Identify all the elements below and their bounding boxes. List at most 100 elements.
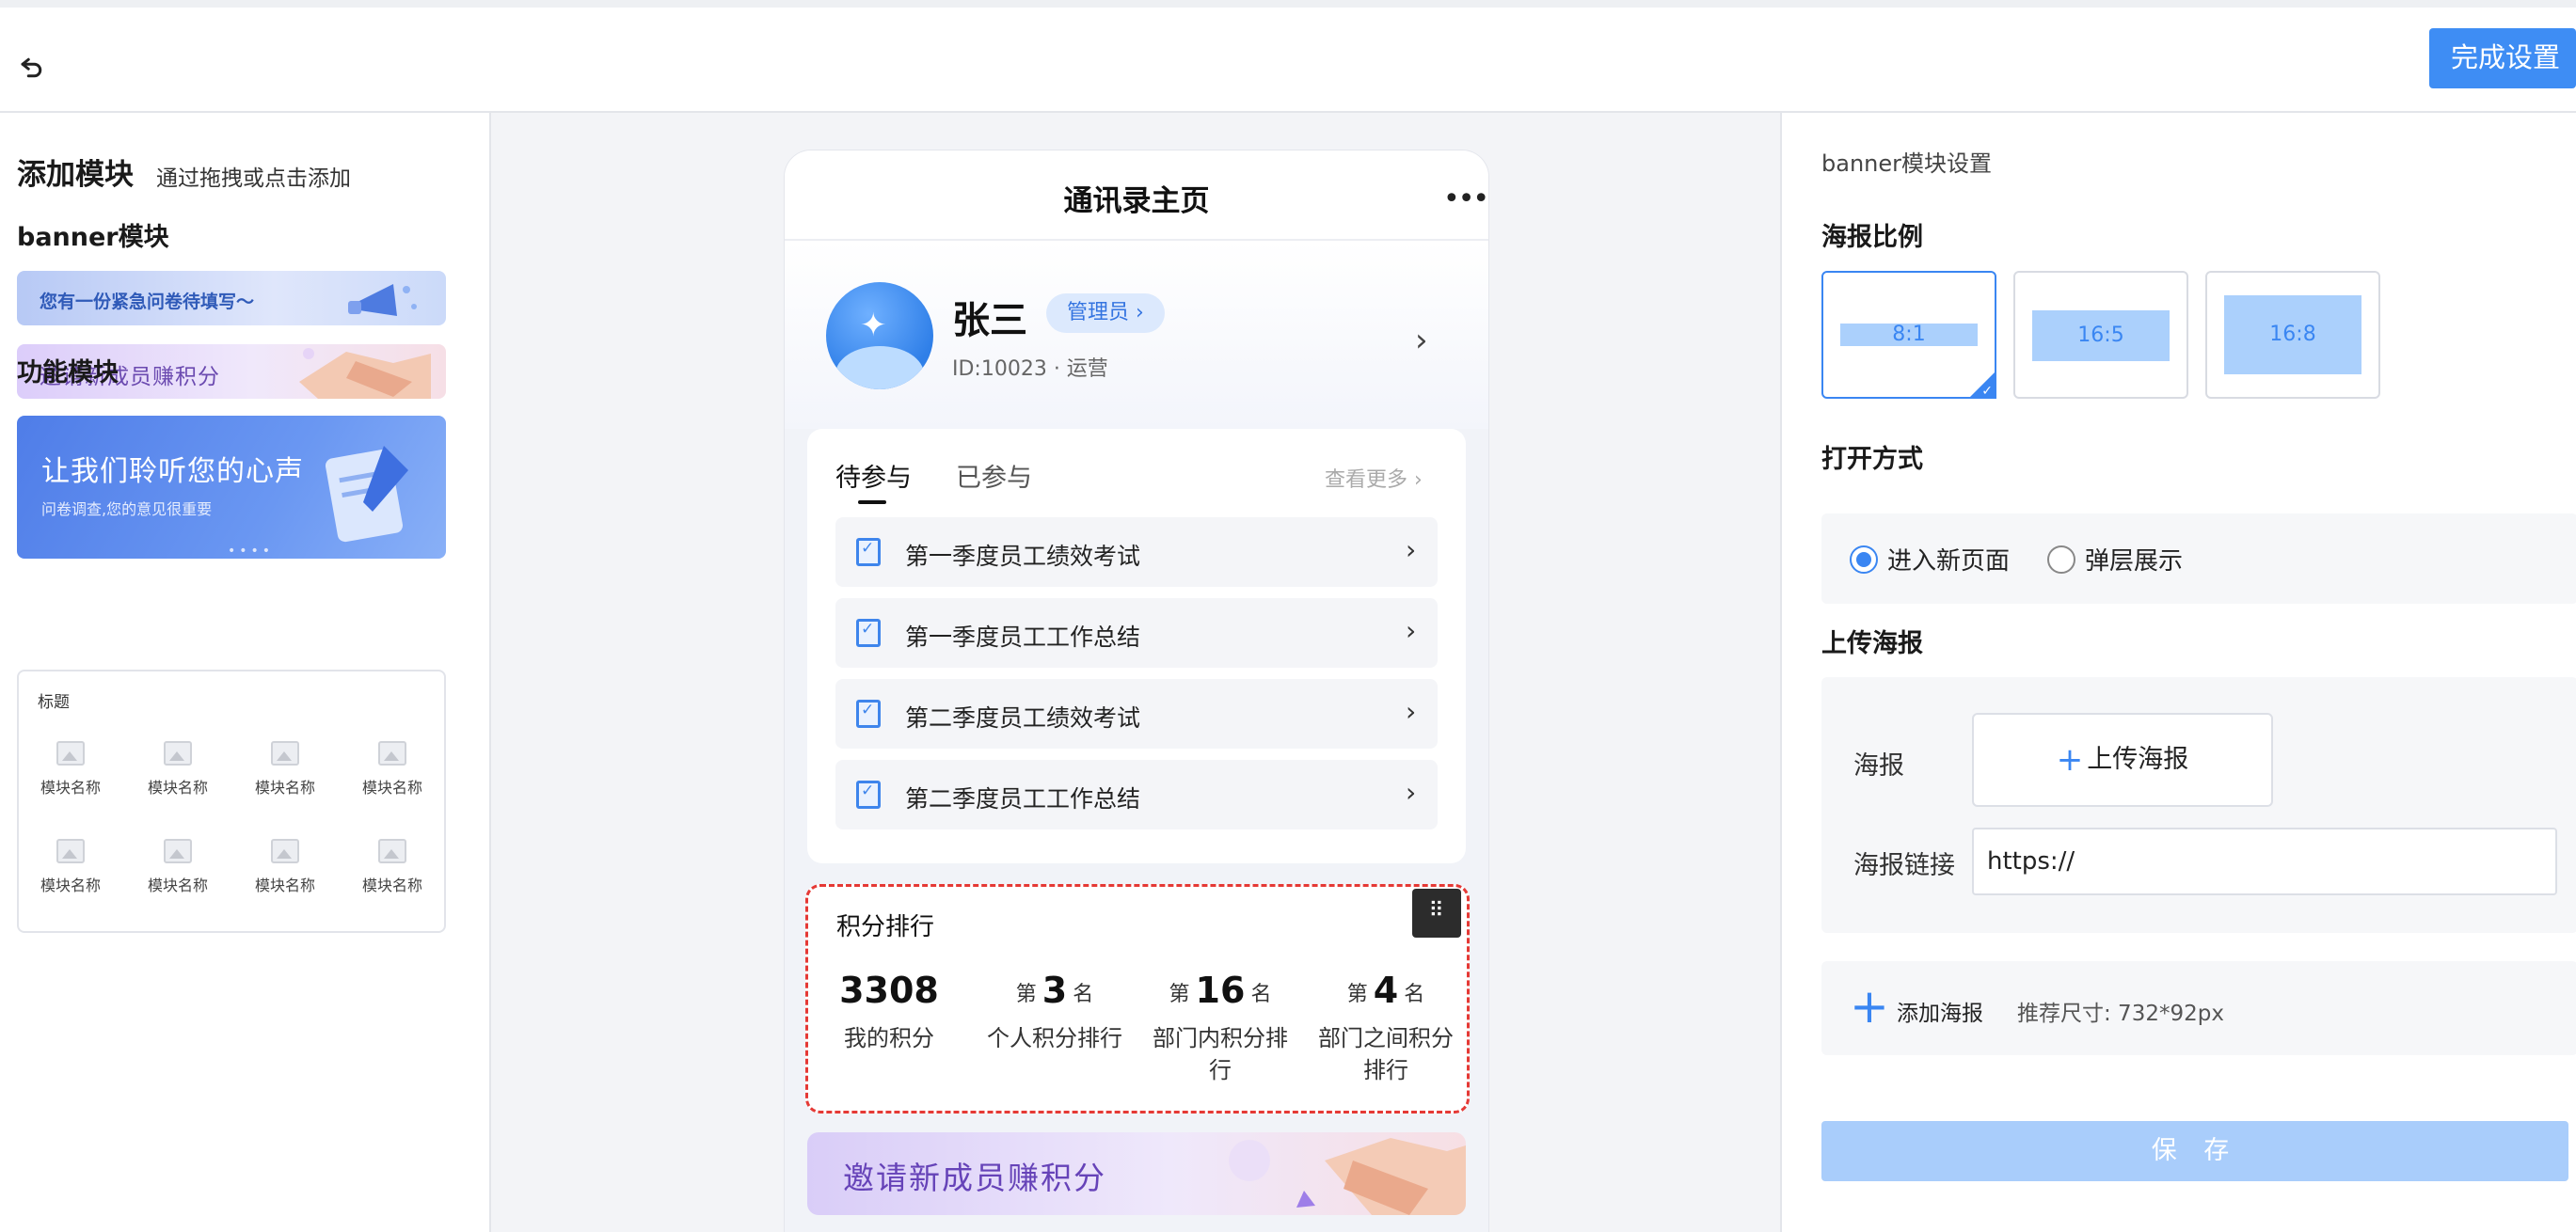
module-library-panel: 添加模块 通过拖拽或点击添加 banner模块 您有一份紧急问卷待填写～ 邀请新… — [0, 113, 491, 1232]
dept-rank-stat: 第 16 名 部门内积分排行 — [1139, 966, 1301, 1086]
tab-participated[interactable]: 已参与 — [956, 457, 1032, 494]
chevron-right-icon: › — [1406, 534, 1417, 565]
banner-template-feedback[interactable]: 让我们聆听您的心声 问卷调查,您的意见很重要 •••• — [17, 416, 446, 559]
handshake-icon — [299, 348, 431, 399]
module-slot: 模块名称 — [28, 741, 113, 798]
undo-icon[interactable] — [13, 49, 51, 87]
banner-text: 邀请新成员赚积分 — [843, 1160, 1106, 1196]
tab-pending[interactable]: 待参与 — [835, 457, 912, 504]
ratio-preview: 8:1 — [1840, 324, 1978, 346]
function-section-title: 功能模块 — [17, 358, 119, 387]
more-icon[interactable]: ••• — [1443, 182, 1488, 215]
panel-title: 添加模块 — [17, 158, 134, 192]
profile-card[interactable]: ✦ 张三 管理员 › ID:10023 · 运营 › — [785, 241, 1488, 429]
add-poster-button[interactable]: + 添加海报 推荐尺寸: 732*92px — [1821, 961, 2576, 1055]
list-item[interactable]: 第一季度员工工作总结 › — [835, 598, 1438, 668]
ratio-option-16-8[interactable]: 16:8 — [2205, 271, 2380, 399]
image-placeholder-icon — [378, 741, 406, 766]
settings-header: banner模块设置 — [1821, 150, 1992, 177]
inter-dept-rank-stat: 第4名 部门之间积分排行 — [1305, 966, 1467, 1086]
chevron-right-icon: › — [1406, 696, 1417, 727]
upload-poster-button[interactable]: + 上传海报 — [1972, 713, 2273, 807]
add-poster-label: 添加海报 — [1897, 1002, 1983, 1026]
check-icon: ✓ — [1981, 384, 1993, 399]
page-title: 通讯录主页 — [1063, 184, 1210, 218]
rank-value: 第3名 — [1015, 970, 1094, 1011]
module-slot: 模块名称 — [135, 839, 220, 895]
sparkle-icon: ✦ — [860, 307, 887, 344]
poster-link-input[interactable] — [1972, 828, 2557, 895]
settings-panel: banner模块设置 海报比例 8:1 ✓ 16:5 16:8 打开方式 进入新… — [1780, 113, 2576, 1232]
banner-template-title: 让我们聆听您的心声 — [41, 455, 304, 488]
image-placeholder-icon — [56, 839, 85, 863]
function-template-title: 标题 — [38, 693, 70, 712]
module-slot: 模块名称 — [350, 839, 435, 895]
my-points-stat: 3308 我的积分 — [808, 966, 970, 1054]
ratio-section-title: 海报比例 — [1821, 223, 1923, 252]
banner-template-survey[interactable]: 您有一份紧急问卷待填写～ — [17, 271, 446, 325]
megaphone-icon — [348, 284, 417, 316]
poster-link-label: 海报链接 — [1853, 851, 1955, 880]
poster-upload-form: 海报 + 上传海报 海报链接 — [1821, 677, 2576, 933]
stat-label: 个人积分排行 — [987, 1025, 1122, 1051]
document-check-icon — [856, 619, 881, 647]
image-placeholder-icon — [164, 839, 192, 863]
size-hint: 推荐尺寸: 732*92px — [2017, 1002, 2224, 1026]
handshake-icon — [1229, 1138, 1466, 1215]
chevron-right-icon[interactable]: › — [1415, 322, 1428, 359]
ranking-title: 积分排行 — [836, 913, 935, 941]
banner-section-title: banner模块 — [17, 223, 169, 252]
stat-label: 部门内积分排行 — [1153, 1025, 1288, 1083]
avatar: ✦ — [826, 282, 933, 389]
radio-checked-icon — [1850, 545, 1878, 574]
document-check-icon — [856, 700, 881, 728]
list-item[interactable]: 第二季度员工绩效考试 › — [835, 679, 1438, 749]
stat-label: 部门之间积分排行 — [1318, 1025, 1454, 1083]
radio-new-page[interactable]: 进入新页面 — [1850, 542, 2010, 577]
my-points-value: 3308 — [839, 970, 939, 1011]
invite-banner[interactable]: 邀请新成员赚积分 — [807, 1132, 1466, 1215]
module-slot: 模块名称 — [28, 839, 113, 895]
task-module: 待参与 已参与 查看更多 › 第一季度员工绩效考试 › 第一季度员工工作总结 ›… — [807, 429, 1466, 863]
task-title: 第一季度员工绩效考试 — [905, 543, 1141, 570]
poster-label: 海报 — [1853, 751, 1904, 781]
module-slot: 模块名称 — [350, 741, 435, 798]
save-button[interactable]: 保 存 — [1821, 1121, 2568, 1181]
task-title: 第二季度员工绩效考试 — [905, 704, 1141, 732]
list-item[interactable]: 第一季度员工绩效考试 › — [835, 517, 1438, 587]
image-placeholder-icon — [271, 741, 299, 766]
finish-setup-button[interactable]: 完成设置 — [2429, 28, 2576, 88]
list-item[interactable]: 第二季度员工工作总结 › — [835, 760, 1438, 829]
rank-value: 第4名 — [1346, 970, 1425, 1011]
open-mode-options: 进入新页面 弹层展示 — [1821, 513, 2576, 604]
role-badge[interactable]: 管理员 › — [1046, 293, 1165, 333]
upload-section-title: 上传海报 — [1821, 629, 1923, 658]
stat-label: 我的积分 — [844, 1025, 934, 1051]
rank-value: 第 16 名 — [1169, 970, 1272, 1011]
image-placeholder-icon — [378, 839, 406, 863]
top-bar: 完成设置 — [0, 0, 2576, 113]
function-module-template[interactable]: 标题 模块名称 模块名称 模块名称 模块名称 模块名称 模块名称 模块名称 模块… — [17, 670, 446, 933]
image-placeholder-icon — [271, 839, 299, 863]
points-ranking-module[interactable]: 积分排行 ⠿ 3308 我的积分 第3名 个人积分排行 第 16 名 部门内积分排行… — [805, 884, 1470, 1114]
radio-popup[interactable]: 弹层展示 — [2047, 542, 2183, 577]
ratio-preview: 16:8 — [2224, 295, 2361, 374]
drag-handle-icon[interactable]: ⠿ — [1412, 889, 1461, 938]
ratio-option-16-5[interactable]: 16:5 — [2013, 271, 2188, 399]
user-name: 张三 — [952, 299, 1027, 342]
module-slot: 模块名称 — [243, 741, 327, 798]
phone-preview: 通讯录主页 ••• ✦ 张三 管理员 › ID:10023 · 运营 › 待参与… — [785, 150, 1488, 1232]
clipboard-pen-icon — [325, 446, 408, 543]
open-mode-section-title: 打开方式 — [1821, 445, 1923, 474]
ratio-option-8-1[interactable]: 8:1 ✓ — [1821, 271, 1996, 399]
document-check-icon — [856, 538, 881, 566]
see-more-link[interactable]: 查看更多 › — [1325, 463, 1423, 493]
plus-icon: + — [1850, 979, 1889, 1034]
phone-header: 通讯录主页 ••• — [785, 150, 1488, 241]
banner-template-text: 您有一份紧急问卷待填写～ — [40, 292, 255, 312]
image-placeholder-icon — [164, 741, 192, 766]
image-placeholder-icon — [56, 741, 85, 766]
module-slot: 模块名称 — [243, 839, 327, 895]
panel-hint: 通过拖拽或点击添加 — [156, 166, 351, 191]
ratio-preview: 16:5 — [2032, 310, 2170, 361]
